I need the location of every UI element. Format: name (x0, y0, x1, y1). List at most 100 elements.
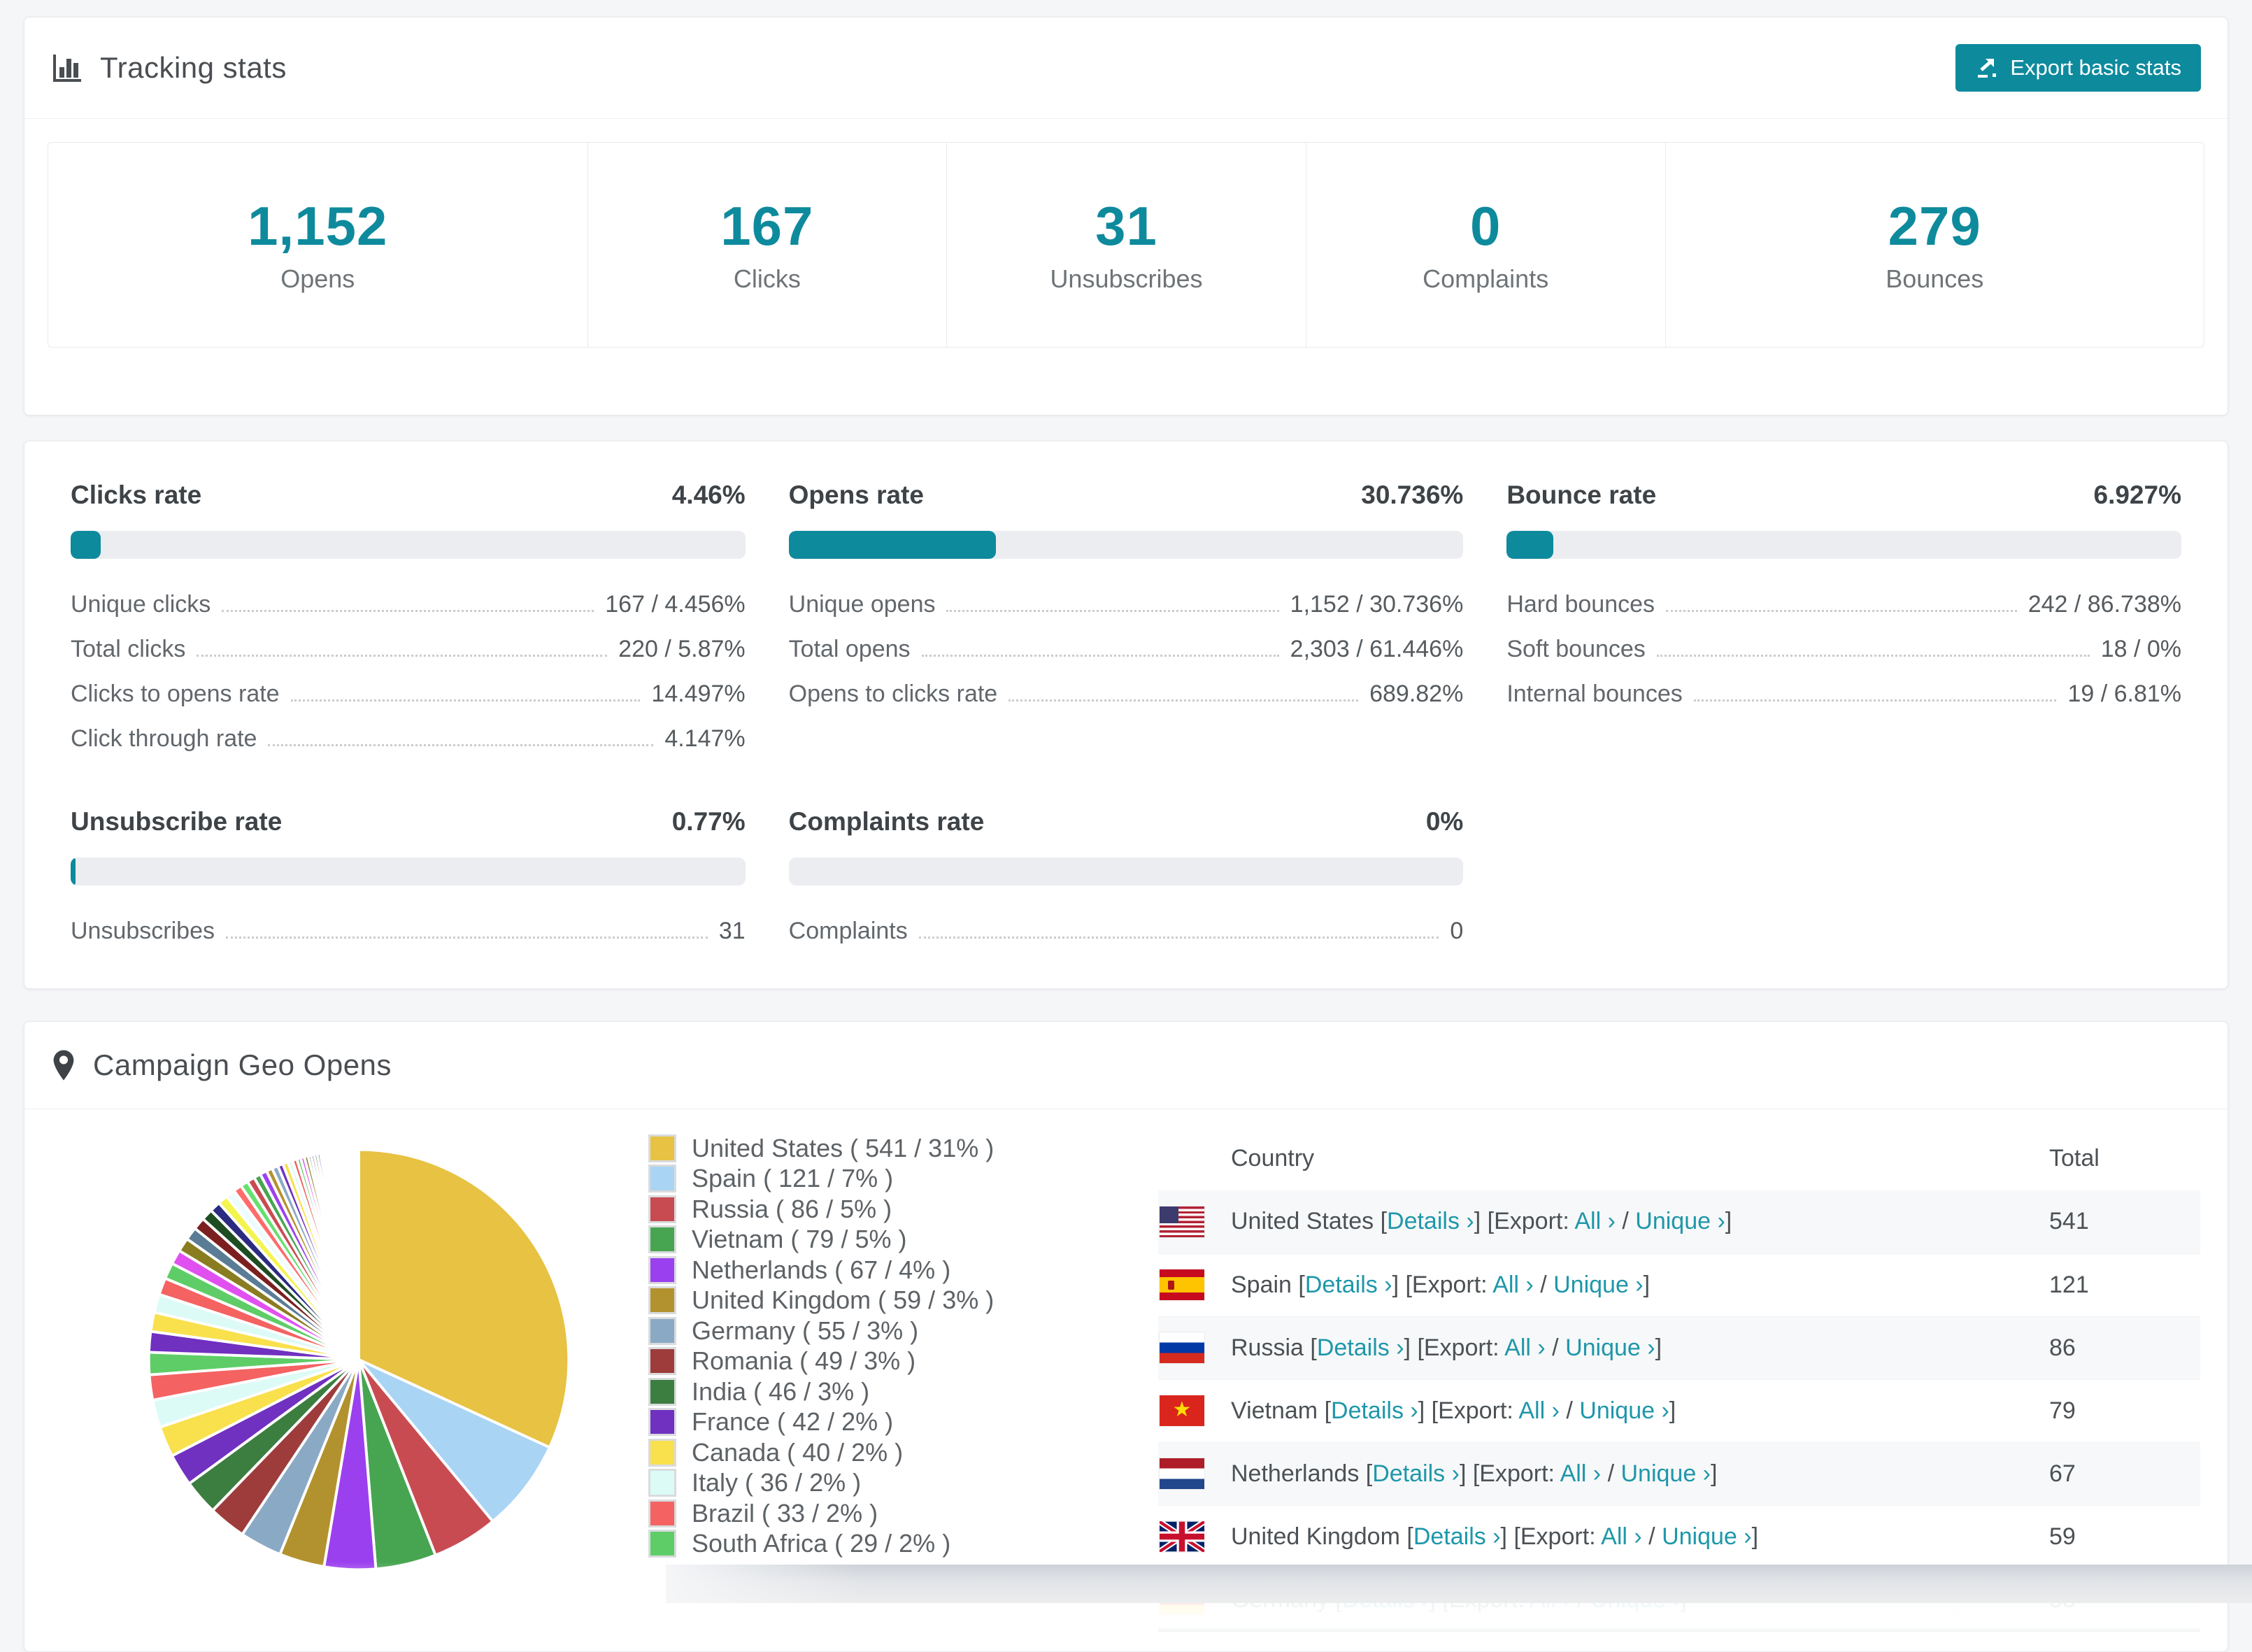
export-all-link[interactable]: All › (1560, 1460, 1602, 1487)
legend-swatch (648, 1165, 676, 1193)
details-link[interactable]: Details › (1387, 1208, 1474, 1234)
rate-percent: 6.927% (2093, 480, 2182, 509)
rate-detail-row: Complaints 0 (789, 918, 1464, 945)
country-name: Vietnam (1231, 1397, 1325, 1424)
rate-detail-row: Soft bounces 18 / 0% (1506, 636, 2181, 663)
rates-row-bottom: Unsubscribe rate 0.77% Unsubscribes 31 Compl… (71, 807, 2181, 945)
country-name: Netherlands (1231, 1460, 1366, 1487)
legend-swatch (648, 1195, 676, 1223)
detail-value: 220 / 5.87% (618, 636, 746, 662)
table-row-netherlands: Netherlands [Details ›] [Export: All › /… (1158, 1442, 2200, 1505)
rate-title: Bounce rate (1506, 480, 1657, 509)
export-all-link[interactable]: All › (1601, 1523, 1642, 1550)
total-value: 79 (2049, 1397, 2076, 1424)
dotted-leader (225, 937, 708, 939)
details-link[interactable]: Details › (1331, 1397, 1418, 1424)
details-link[interactable]: Details › (1317, 1334, 1404, 1361)
bottom-scroll-strip[interactable] (666, 1565, 2252, 1603)
legend-swatch (648, 1469, 676, 1497)
export-unique-link[interactable]: Unique › (1579, 1397, 1669, 1424)
export-unique-link[interactable]: Unique › (1662, 1523, 1752, 1550)
export-icon (1975, 56, 1999, 80)
details-link[interactable]: Details › (1305, 1272, 1392, 1298)
table-row-united-kingdom: United Kingdom [Details ›] [Export: All … (1158, 1505, 2200, 1568)
legend-swatch (648, 1530, 676, 1558)
legend-item-south-africa: South Africa ( 29 / 2% ) (648, 1529, 994, 1560)
tracking-stats-header: Tracking stats Export basic stats (24, 17, 2228, 119)
rates-row-top: Clicks rate 4.46% Unique clicks 167 / 4.456… (71, 480, 2181, 753)
gb-flag-icon (1160, 1521, 1204, 1552)
export-unique-link[interactable]: Unique › (1553, 1272, 1644, 1298)
dotted-leader (268, 744, 654, 746)
legend-swatch (648, 1225, 676, 1254)
progress-bar (1506, 531, 2181, 559)
progress-bar (788, 857, 1464, 885)
rate-detail-row: Clicks to opens rate 14.497% (71, 681, 746, 708)
detail-label: Total clicks (71, 636, 186, 662)
progress-fill (788, 531, 997, 559)
stat-card-complaints: 0 Complaints (1305, 143, 1665, 347)
total-value: 67 (2049, 1460, 2076, 1487)
geo-legend: United States ( 541 / 31% ) Spain ( 121 /… (648, 1133, 994, 1559)
country-name: United States (1231, 1208, 1381, 1235)
legend-item-united-kingdom: United Kingdom ( 59 / 3% ) (648, 1286, 994, 1316)
legend-item-vietnam: Vietnam ( 79 / 5% ) (648, 1225, 994, 1255)
export-unique-link[interactable]: Unique › (1635, 1208, 1725, 1234)
dotted-leader (290, 699, 641, 702)
legend-label: Netherlands ( 67 / 4% ) (692, 1255, 951, 1284)
stat-card-unsubscribes: 31 Unsubscribes (946, 143, 1306, 347)
legend-swatch (648, 1255, 676, 1284)
geo-header: Campaign Geo Opens (24, 1022, 2228, 1109)
table-row-russia: Russia [Details ›] [Export: All › / Uniq… (1158, 1316, 2200, 1379)
legend-label: France ( 42 / 2% ) (692, 1407, 894, 1437)
legend-label: United States ( 541 / 31% ) (692, 1133, 995, 1162)
legend-item-india: India ( 46 / 3% ) (648, 1376, 994, 1407)
rate-detail-row: Unique clicks 167 / 4.456% (71, 591, 746, 618)
detail-label: Clicks to opens rate (71, 681, 280, 707)
detail-label: Complaints (788, 918, 908, 944)
stats-summary-group: 1,152 Opens 167 Clicks 31 Unsubscribes 0 Compla… (48, 142, 2204, 348)
legend-item-italy: Italy ( 36 / 2% ) (648, 1468, 994, 1499)
detail-value: 2,303 / 61.446% (1290, 636, 1464, 662)
export-basic-stats-button[interactable]: Export basic stats (1955, 44, 2201, 92)
export-all-link[interactable]: All › (1492, 1272, 1534, 1298)
page: Tracking stats Export basic stats 1,152 O… (0, 0, 2252, 1652)
export-unique-link[interactable]: Unique › (1565, 1334, 1655, 1361)
legend-label: India ( 46 / 3% ) (692, 1376, 870, 1406)
export-all-link[interactable]: All › (1574, 1208, 1616, 1234)
export-unique-link[interactable]: Unique › (1620, 1460, 1711, 1487)
detail-value: 18 / 0% (2100, 636, 2181, 662)
legend-item-united-states: United States ( 541 / 31% ) (648, 1133, 994, 1164)
progress-fill (71, 531, 101, 559)
vn-flag-icon (1160, 1395, 1204, 1426)
dotted-leader (197, 655, 608, 657)
detail-label: Click through rate (71, 725, 257, 752)
total-value: 86 (2049, 1334, 2076, 1361)
geo-title: Campaign Geo Opens (93, 1048, 392, 1081)
dotted-leader (1009, 699, 1359, 702)
legend-label: Brazil ( 33 / 2% ) (692, 1498, 878, 1528)
detail-label: Unsubscribes (71, 918, 215, 944)
export-all-link[interactable]: All › (1504, 1334, 1546, 1361)
dotted-leader (1666, 610, 2017, 612)
detail-label: Internal bounces (1506, 681, 1683, 707)
detail-value: 14.497% (651, 681, 746, 707)
details-link[interactable]: Details › (1372, 1460, 1460, 1487)
stat-label: Opens (280, 264, 355, 293)
dotted-leader (918, 937, 1439, 939)
pie-slice-other[interactable] (356, 1148, 360, 1361)
legend-swatch (648, 1377, 676, 1406)
detail-value: 242 / 86.738% (2027, 591, 2181, 618)
rate-panel-complaints-rate: Complaints rate 0% Complaints 0 (788, 807, 1464, 945)
dotted-leader (1693, 699, 2057, 702)
rate-percent: 4.46% (671, 480, 746, 509)
detail-label: Opens to clicks rate (788, 681, 998, 707)
geo-table: Country Total United States [Details ›] … (1158, 1126, 2200, 1632)
es-flag-icon (1160, 1269, 1204, 1300)
legend-swatch (648, 1347, 676, 1376)
country-cell-text: Netherlands [Details ›] [Export: All › /… (1231, 1460, 1718, 1487)
export-all-link[interactable]: All › (1518, 1397, 1560, 1424)
details-link[interactable]: Details › (1413, 1523, 1501, 1550)
legend-label: Italy ( 36 / 2% ) (692, 1468, 862, 1497)
stat-label: Unsubscribes (1050, 264, 1203, 293)
